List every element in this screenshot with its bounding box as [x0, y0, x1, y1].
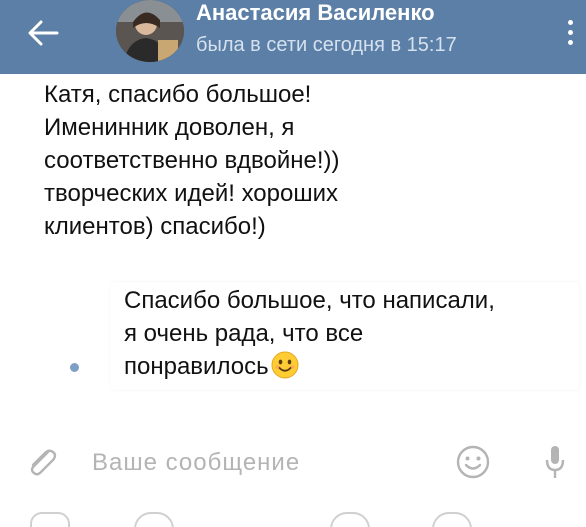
message-line: Катя, спасибо большое!: [44, 81, 312, 108]
sticker-tray: [0, 512, 586, 527]
message-input[interactable]: [90, 444, 434, 482]
message-line: соответственно вдвойне!)): [44, 147, 340, 174]
back-button[interactable]: [18, 12, 68, 54]
paperclip-icon[interactable]: [24, 444, 60, 480]
message-line: клиентов) спасибо!): [44, 213, 266, 240]
more-vertical-icon[interactable]: [560, 12, 580, 52]
smiley-icon[interactable]: [455, 444, 491, 480]
message-line: творческих идей! хороших: [44, 180, 338, 207]
last-seen-status: была в сети сегодня в 15:17: [196, 34, 457, 56]
message-line: Спасибо большое, что написали,: [124, 287, 495, 314]
sticker-icon[interactable]: [432, 512, 472, 527]
arrow-left-icon: [28, 20, 59, 46]
microphone-icon[interactable]: [540, 442, 570, 482]
message-line: Именинник доволен, я: [44, 114, 295, 141]
unread-indicator: [70, 363, 79, 372]
message-composer: [0, 430, 586, 494]
smiling-face-emoji: [271, 351, 299, 379]
sticker-icon[interactable]: [330, 512, 370, 527]
outgoing-message[interactable]: Спасибо большое, что написали, я очень р…: [110, 282, 580, 390]
sticker-icon[interactable]: [30, 512, 70, 527]
sticker-icon[interactable]: [134, 512, 174, 527]
contact-name[interactable]: Анастасия Василенко: [196, 0, 435, 26]
chat-header: Анастасия Василенко была в сети сегодня …: [0, 0, 586, 74]
incoming-message[interactable]: Катя, спасибо большое! Именинник доволен…: [44, 78, 524, 243]
message-line: я очень рада, что все: [124, 320, 364, 347]
avatar[interactable]: [116, 0, 184, 62]
message-line: понравилось: [124, 353, 269, 380]
